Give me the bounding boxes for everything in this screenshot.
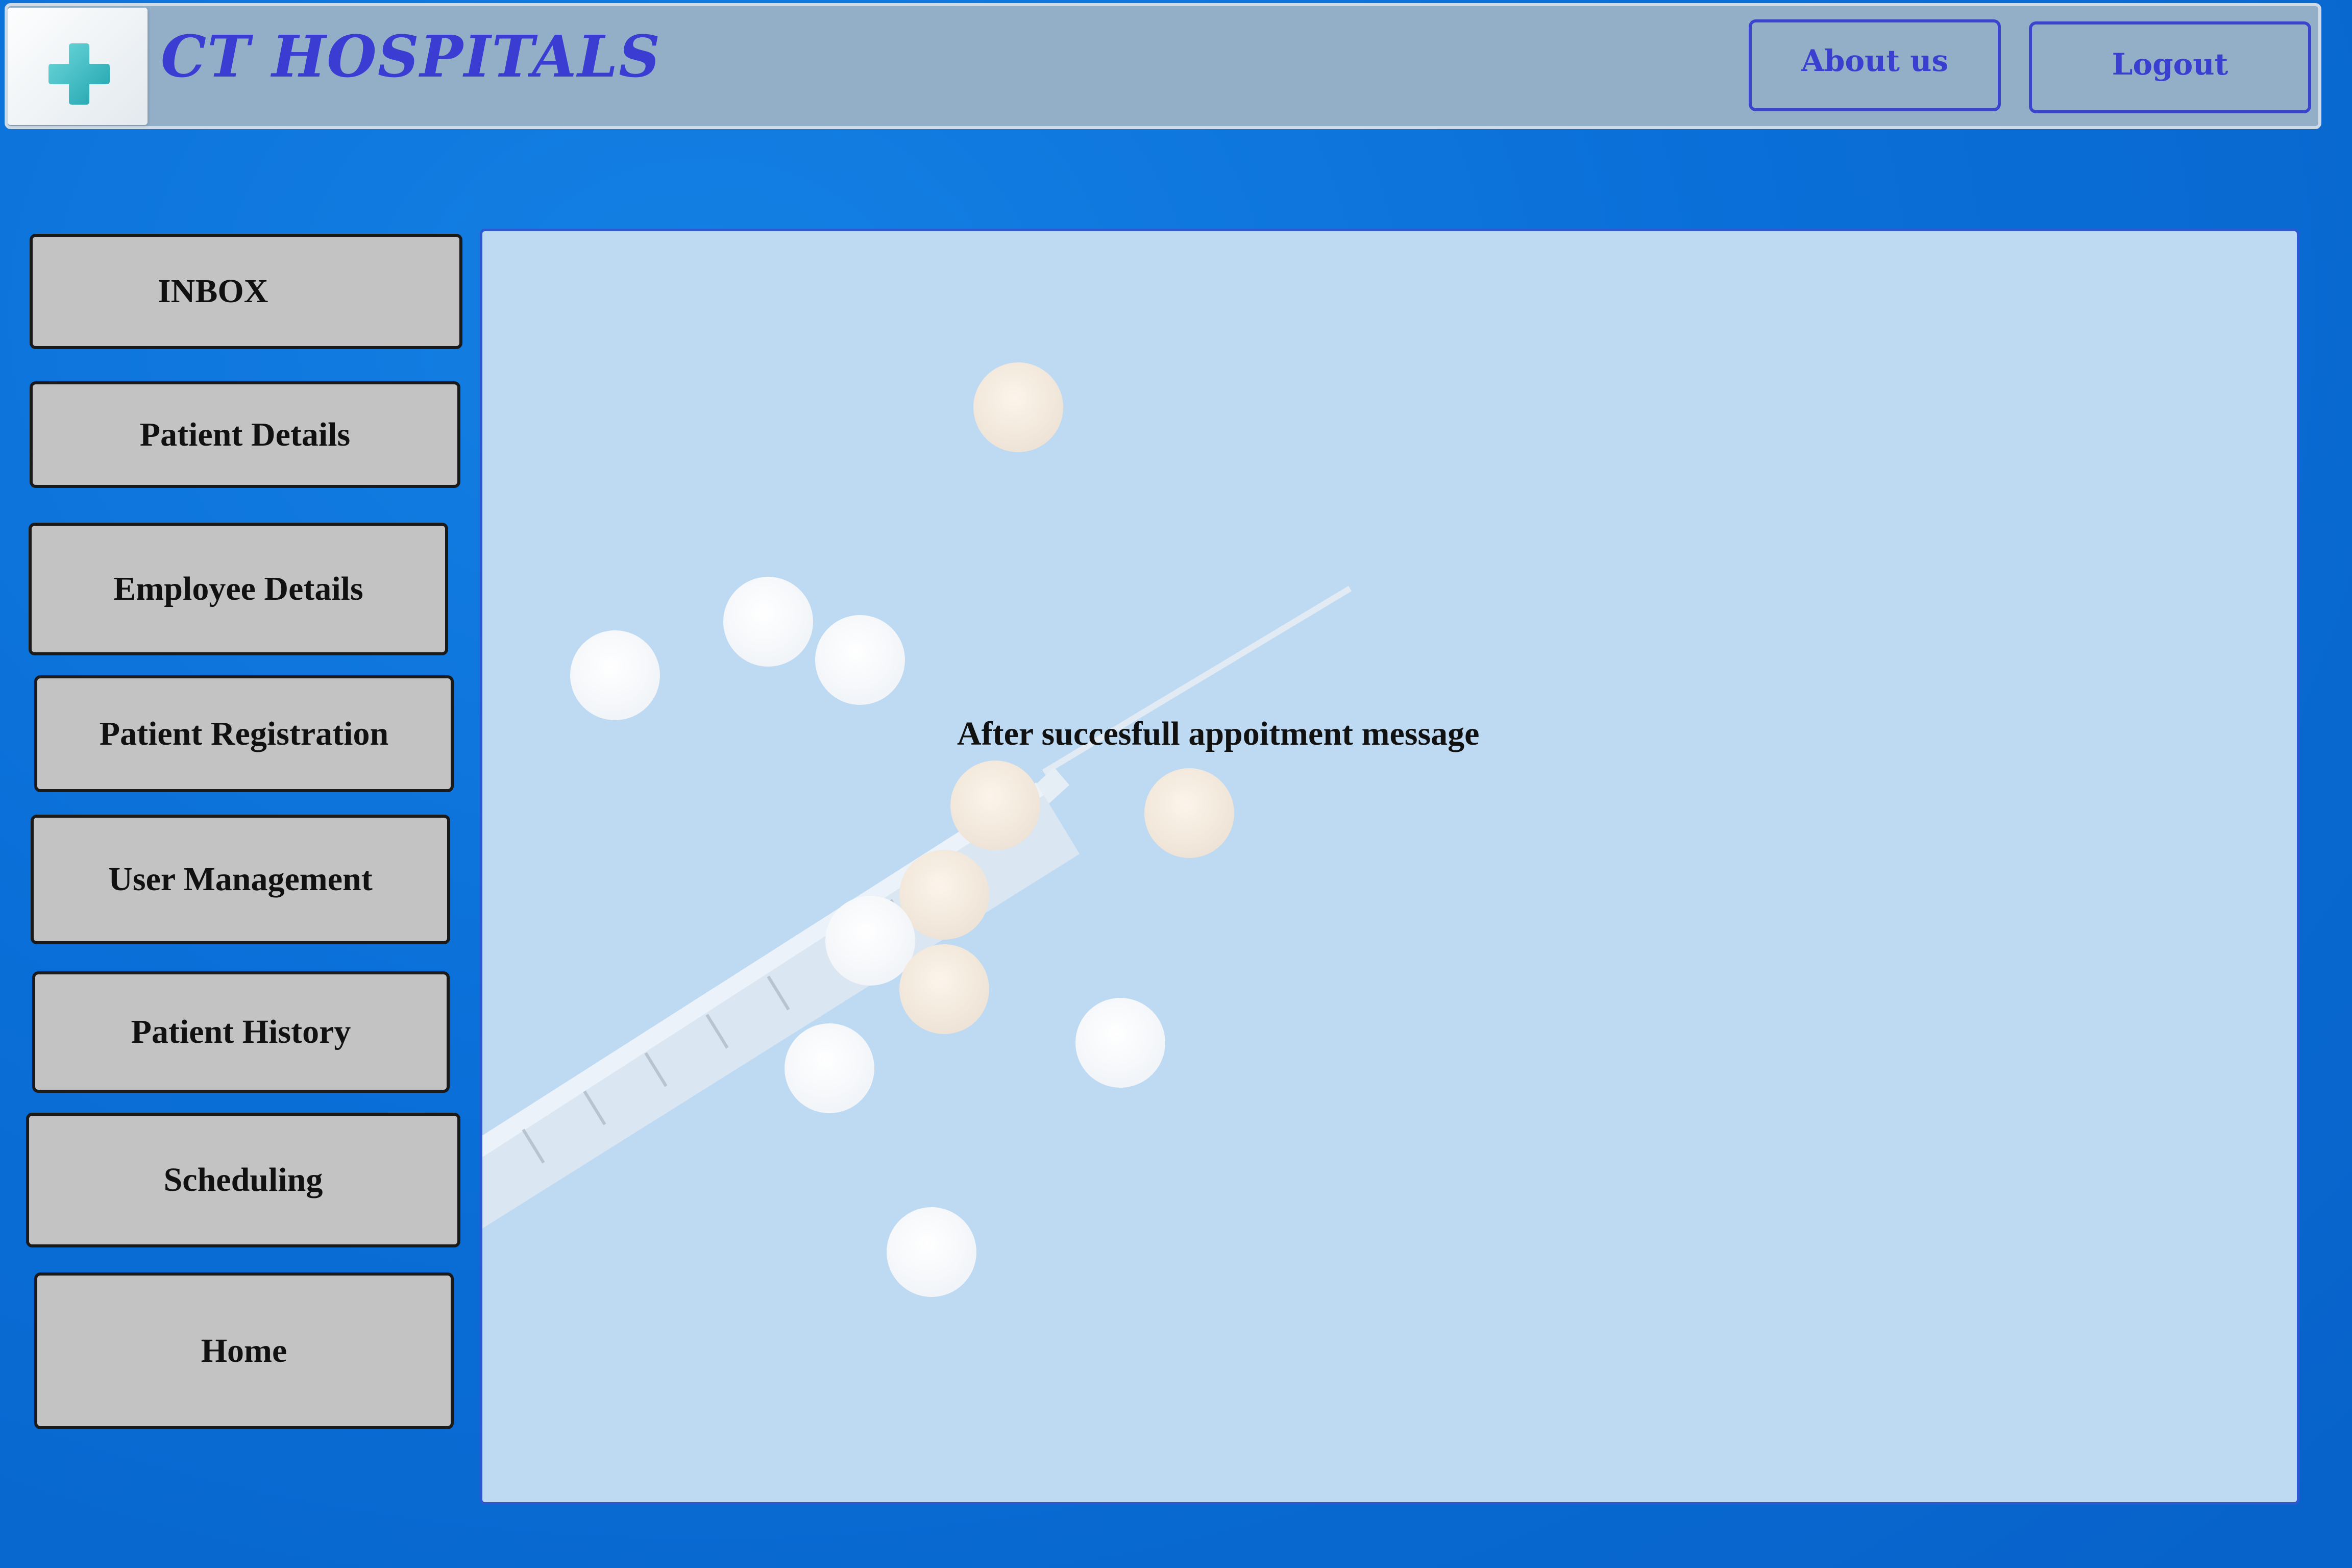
- about-us-button[interactable]: About us: [1749, 19, 2001, 111]
- nav-patient-history-button[interactable]: Patient History: [32, 971, 450, 1093]
- nav-employee-details-button[interactable]: Employee Details: [29, 523, 448, 655]
- pills-syringe-background-image: [482, 362, 1352, 1297]
- logo: [8, 8, 148, 125]
- nav-scheduling-label: Scheduling: [163, 1161, 323, 1198]
- nav-user-management-button[interactable]: User Management: [31, 815, 450, 944]
- nav-home-label: Home: [201, 1332, 287, 1369]
- nav-patient-details-button[interactable]: Patient Details: [30, 381, 460, 488]
- nav-inbox-button[interactable]: INBOX: [30, 234, 462, 349]
- nav-patient-history-label: Patient History: [131, 1013, 351, 1050]
- hospital-brand-title: CT HOSPITALS: [161, 23, 662, 90]
- logout-button[interactable]: Logout: [2029, 21, 2311, 113]
- main-content-panel: [480, 229, 2299, 1505]
- nav-patient-details-label: Patient Details: [139, 415, 351, 453]
- nav-patient-registration-label: Patient Registration: [99, 715, 389, 752]
- nav-employee-details-label: Employee Details: [113, 570, 363, 607]
- nav-home-button[interactable]: Home: [34, 1272, 454, 1429]
- nav-user-management-label: User Management: [108, 861, 373, 898]
- appointment-success-message: After succesfull appoitment message: [957, 715, 1480, 752]
- medical-cross-icon: [48, 43, 110, 105]
- nav-patient-registration-button[interactable]: Patient Registration: [34, 675, 454, 792]
- nav-scheduling-button[interactable]: Scheduling: [26, 1113, 460, 1247]
- nav-inbox-label: INBOX: [158, 273, 268, 310]
